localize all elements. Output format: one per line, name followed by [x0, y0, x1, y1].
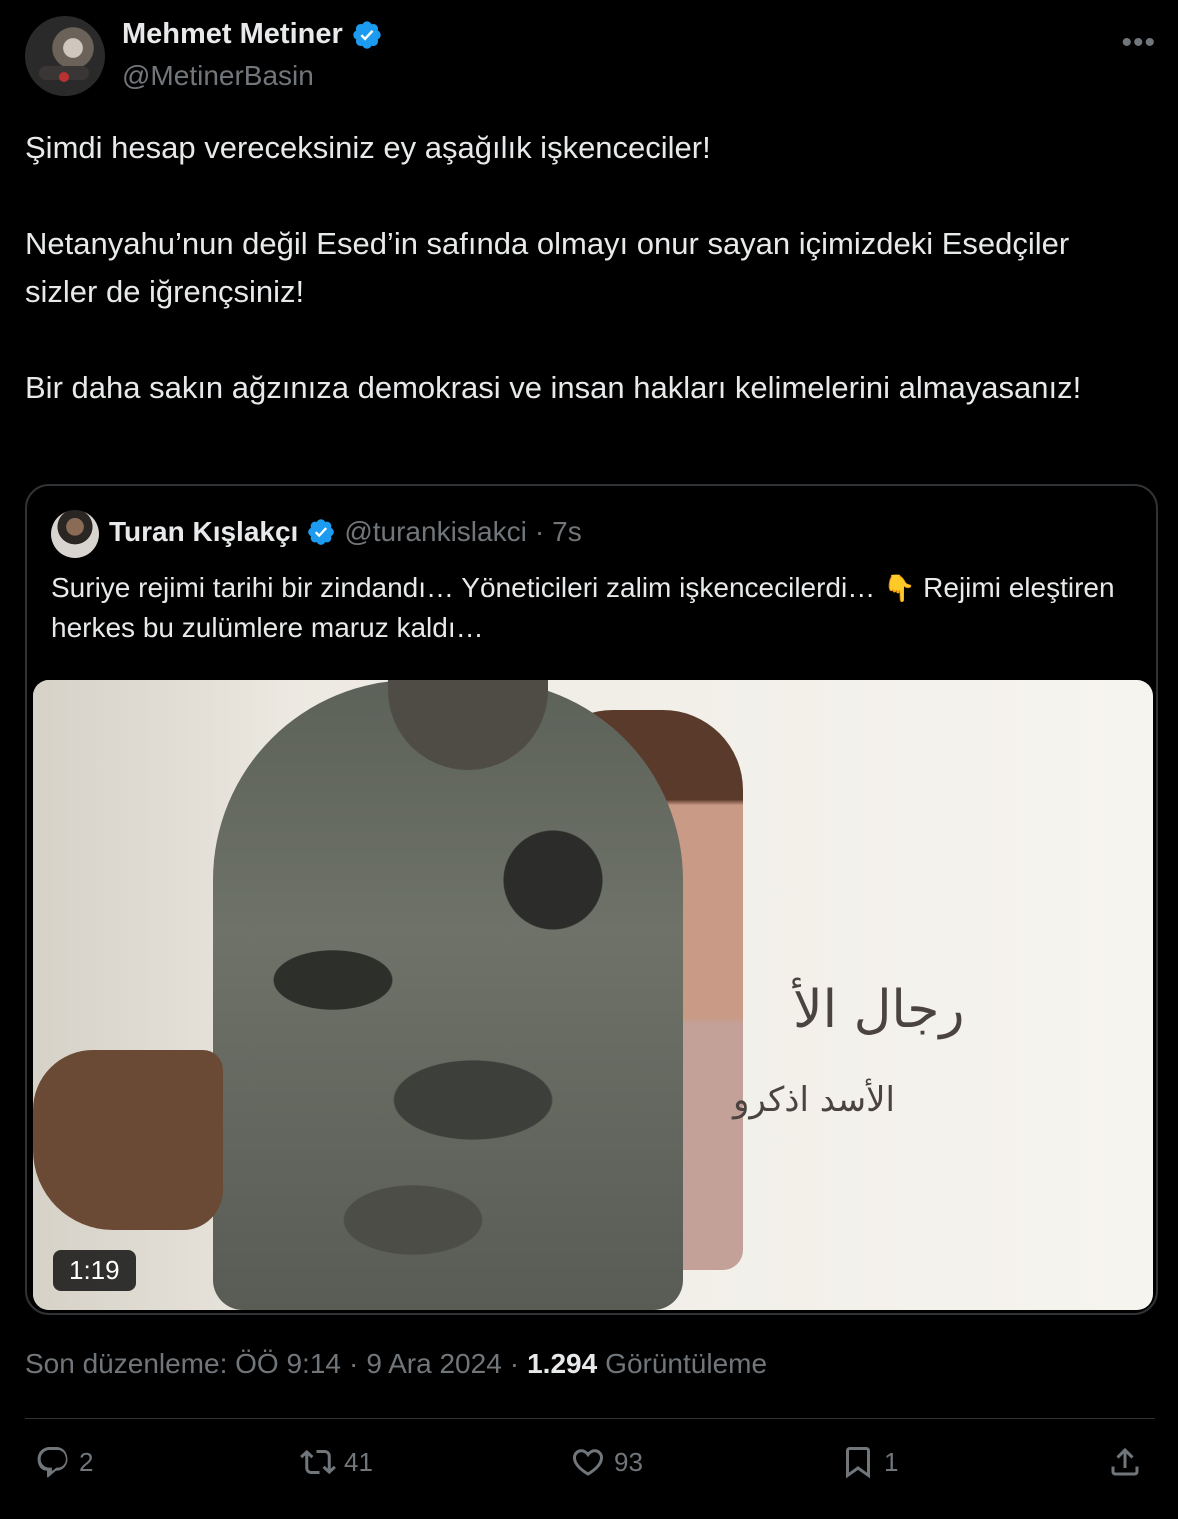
quoted-author-handle[interactable]: @turankislakci [344, 516, 526, 548]
quoted-tweet-time[interactable]: 7s [552, 516, 582, 548]
share-icon [1111, 1447, 1139, 1476]
tweet-page: Mehmet Metiner @MetinerBasin ••• Şimdi h… [0, 0, 1178, 1519]
retweet-icon [300, 1449, 336, 1475]
retweet-button[interactable]: 41 [300, 1444, 373, 1480]
video-player[interactable]: رجال الأ الأسد اذكرو 1:19 [33, 680, 1153, 1310]
like-button[interactable]: 93 [570, 1444, 643, 1480]
like-count: 93 [614, 1446, 643, 1477]
tweet-paragraph-2: Netanyahu’nun değil Esed’in safında olma… [25, 226, 1070, 309]
separator-dot: · [534, 516, 545, 547]
video-play-area[interactable] [33, 680, 1153, 1310]
quoted-text-part-1: Suriye rejimi tarihi bir zindandı… Yönet… [51, 572, 876, 603]
tweet-date[interactable]: 9 Ara 2024 [366, 1348, 501, 1380]
author-name[interactable]: Mehmet Metiner [122, 18, 343, 51]
separator-dot: · [509, 1348, 520, 1379]
share-button[interactable] [1107, 1444, 1143, 1480]
tweet-text: Şimdi hesap vereceksiniz ey aşağılık işk… [25, 124, 1145, 412]
reply-count: 2 [79, 1446, 94, 1477]
quoted-tweet-header: Turan Kışlakçı @turankislakci · 7s [109, 516, 582, 548]
retweet-count: 41 [344, 1446, 373, 1477]
bookmark-count: 1 [884, 1446, 899, 1477]
tweet-actions: 2 41 93 1 [25, 1444, 1155, 1494]
reply-button[interactable]: 2 [35, 1444, 93, 1480]
views-label: Görüntüleme [605, 1348, 768, 1379]
author-handle[interactable]: @MetinerBasin [122, 60, 314, 92]
quoted-author-name[interactable]: Turan Kışlakçı [109, 516, 298, 548]
separator-dot: · [348, 1348, 359, 1379]
avatar-mic-detail [59, 72, 69, 82]
author-avatar[interactable] [25, 16, 105, 96]
heart-icon [572, 1449, 604, 1476]
divider [25, 1418, 1155, 1419]
quoted-tweet-text: Suriye rejimi tarihi bir zindandı… Yönet… [51, 568, 1131, 648]
more-icon[interactable]: ••• [1121, 26, 1156, 60]
pointing-down-emoji: 👇 [883, 573, 916, 603]
reply-icon [37, 1447, 68, 1478]
tweet-paragraph-3: Bir daha sakın ağzınıza demokrasi ve ins… [25, 370, 1082, 405]
video-duration-badge: 1:19 [53, 1250, 136, 1291]
views-count: 1.294 [527, 1348, 598, 1379]
tweet-meta: Son düzenleme: ÖÖ 9:14 · 9 Ara 2024 · 1.… [25, 1348, 767, 1380]
author-name-row[interactable]: Mehmet Metiner [122, 18, 383, 51]
quoted-author-avatar[interactable] [51, 510, 99, 558]
bookmark-icon [846, 1447, 870, 1479]
edited-timestamp[interactable]: Son düzenleme: ÖÖ 9:14 [25, 1348, 341, 1380]
bookmark-button[interactable]: 1 [840, 1444, 898, 1480]
verified-badge-icon [353, 20, 381, 49]
quoted-tweet[interactable]: Turan Kışlakçı @turankislakci · 7s Suriy… [25, 484, 1158, 1315]
verified-badge-icon [308, 519, 335, 545]
tweet-paragraph-1: Şimdi hesap vereceksiniz ey aşağılık işk… [25, 130, 711, 165]
